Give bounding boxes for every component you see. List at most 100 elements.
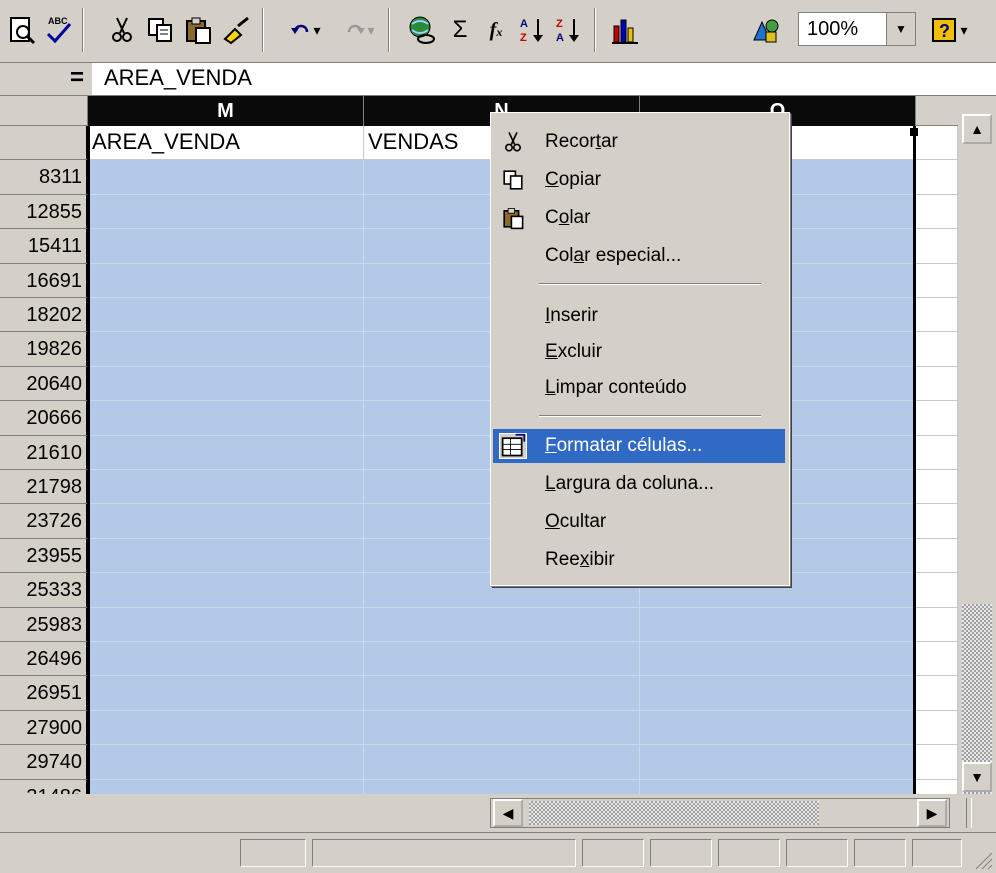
row-header[interactable]: 20640 [0, 366, 88, 402]
formula-input[interactable]: AREA_VENDA [104, 63, 252, 93]
grid-cell[interactable] [916, 263, 958, 298]
grid-cell[interactable] [916, 710, 958, 746]
grid-cell[interactable] [88, 745, 364, 780]
grid-cell[interactable] [88, 332, 364, 367]
grid-cell[interactable] [916, 642, 958, 677]
grid-cell[interactable] [916, 504, 958, 539]
row-header[interactable]: 12855 [0, 194, 88, 230]
grid-cell[interactable] [88, 366, 364, 402]
grid-cell[interactable] [88, 435, 364, 470]
row-header[interactable]: 8311 [0, 160, 88, 195]
row-header[interactable] [0, 126, 88, 161]
grid-cell[interactable] [364, 710, 640, 746]
grid-cell[interactable] [916, 126, 958, 161]
menu-item-unhide[interactable]: Reexibir [493, 543, 785, 577]
menu-item-delete[interactable]: Excluir [493, 335, 785, 369]
grid-cell[interactable] [364, 745, 640, 780]
row-header[interactable]: 23955 [0, 538, 88, 574]
help-button[interactable]: ? ▾ [924, 10, 974, 50]
grid-cell[interactable] [88, 710, 364, 746]
grid-cell[interactable] [88, 298, 364, 333]
grid-cell[interactable] [88, 194, 364, 230]
row-header[interactable]: 21610 [0, 435, 88, 470]
scroll-right-button[interactable]: ▶ [917, 799, 947, 827]
row-header[interactable]: 23726 [0, 504, 88, 539]
row-header[interactable]: 19826 [0, 332, 88, 367]
grid-cell[interactable] [916, 470, 958, 505]
row-header[interactable]: 21798 [0, 470, 88, 505]
grid-cell[interactable] [640, 642, 916, 677]
grid-cell[interactable] [916, 194, 958, 230]
format-painter-button[interactable] [218, 10, 254, 50]
row-header[interactable]: 15411 [0, 229, 88, 264]
grid-cell[interactable] [88, 779, 364, 794]
scroll-left-button[interactable]: ◀ [493, 799, 523, 827]
grid-cell[interactable] [916, 779, 958, 794]
menu-item-paste-special[interactable]: Colar especial... [493, 239, 785, 273]
grid-cell[interactable] [640, 779, 916, 794]
grid-cell[interactable] [88, 642, 364, 677]
grid-cell[interactable] [364, 642, 640, 677]
grid-cell[interactable] [640, 710, 916, 746]
zoom-combobox[interactable]: 100% ▼ [798, 12, 916, 46]
grid-cell[interactable] [88, 676, 364, 711]
row-header[interactable]: 18202 [0, 298, 88, 333]
cut-button[interactable] [104, 10, 140, 50]
fill-handle[interactable] [910, 128, 918, 136]
row-header[interactable]: 26951 [0, 676, 88, 711]
grid-cell[interactable] [640, 676, 916, 711]
grid-cell[interactable] [88, 538, 364, 574]
scroll-down-button[interactable]: ▼ [962, 762, 992, 792]
horizontal-scroll-thumb[interactable] [529, 801, 819, 825]
row-header[interactable]: 29740 [0, 745, 88, 780]
print-preview-button[interactable] [4, 10, 40, 50]
grid-cell[interactable] [88, 229, 364, 264]
grid-cell[interactable] [916, 538, 958, 574]
grid-cell[interactable] [916, 435, 958, 470]
drawing-button[interactable] [748, 10, 784, 50]
menu-item-cut[interactable]: Recortar [493, 125, 785, 159]
grid-cell[interactable] [916, 676, 958, 711]
grid-cell[interactable]: AREA_VENDA [88, 126, 364, 161]
grid-cell[interactable] [640, 607, 916, 642]
zoom-dropdown-button[interactable]: ▼ [886, 13, 915, 45]
formula-equals-button[interactable]: = [0, 63, 92, 95]
grid-cell[interactable] [88, 607, 364, 642]
grid-cell[interactable] [88, 263, 364, 298]
grid-cell[interactable] [640, 745, 916, 780]
vertical-scrollbar[interactable]: ▲ ▼ [958, 96, 996, 804]
row-header[interactable]: 26496 [0, 642, 88, 677]
sort-descending-button[interactable]: ZA [550, 10, 586, 50]
spelling-button[interactable]: ABC [40, 10, 76, 50]
grid-cell[interactable] [364, 779, 640, 794]
insert-hyperlink-button[interactable] [404, 10, 440, 50]
redo-button[interactable]: ▾ [334, 10, 384, 50]
row-header[interactable]: 25983 [0, 607, 88, 642]
menu-item-paste[interactable]: Colar [493, 201, 785, 235]
paste-function-button[interactable]: fx [478, 10, 514, 50]
grid-cell[interactable] [88, 504, 364, 539]
select-all-corner[interactable] [0, 96, 88, 126]
undo-button[interactable]: ▾ [280, 10, 330, 50]
grid-cell[interactable] [916, 745, 958, 780]
copy-button[interactable] [142, 10, 178, 50]
resize-grip-icon[interactable] [972, 849, 994, 871]
menu-item-clear-contents[interactable]: Limpar conteúdo [493, 371, 785, 405]
paste-button[interactable] [180, 10, 216, 50]
row-header[interactable]: 31486 [0, 779, 88, 794]
grid-cell[interactable] [916, 332, 958, 367]
row-header[interactable]: 16691 [0, 263, 88, 298]
autosum-button[interactable]: Σ [442, 10, 478, 50]
scroll-up-button[interactable]: ▲ [962, 114, 992, 144]
grid-cell[interactable] [916, 607, 958, 642]
menu-item-format-cells[interactable]: Formatar células... [493, 429, 785, 463]
row-header[interactable]: 25333 [0, 573, 88, 608]
grid-cell[interactable] [364, 676, 640, 711]
vertical-scroll-track[interactable] [962, 144, 992, 852]
split-handle[interactable] [966, 798, 972, 828]
column-header-m[interactable]: M [88, 96, 364, 126]
grid-cell[interactable] [916, 401, 958, 436]
column-header-p[interactable] [916, 96, 958, 126]
menu-item-hide[interactable]: Ocultar [493, 505, 785, 539]
grid-cell[interactable] [364, 607, 640, 642]
